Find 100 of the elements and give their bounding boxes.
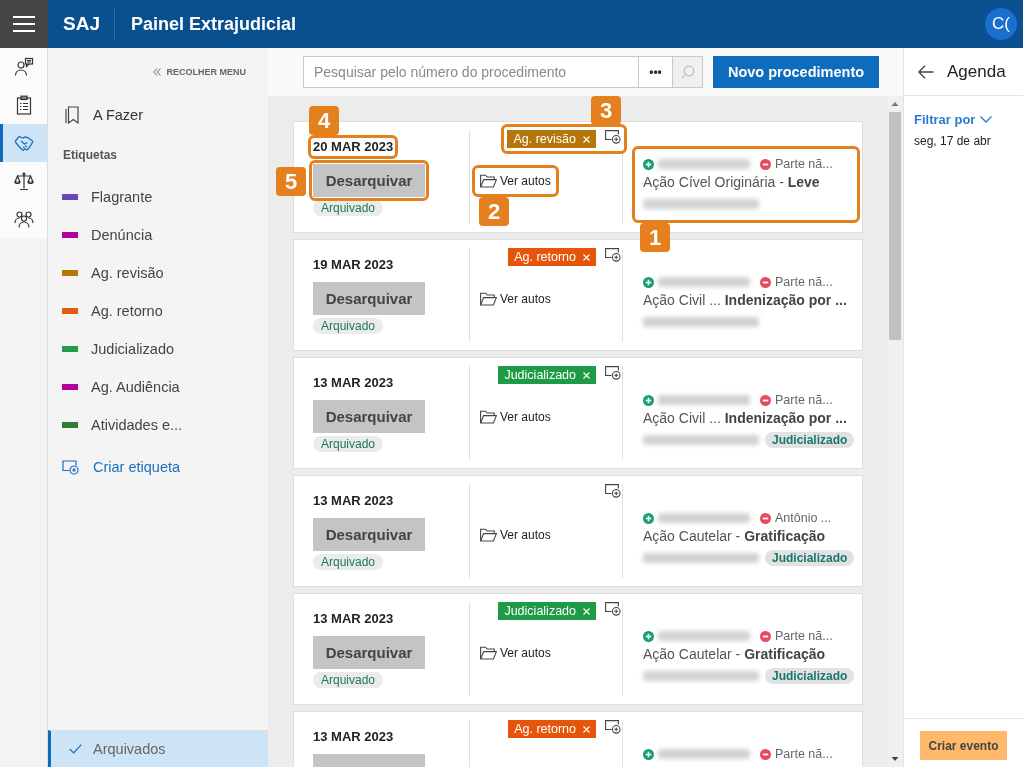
folder-icon — [480, 292, 497, 306]
people-group-icon — [13, 209, 34, 229]
party-name: Parte nã... — [775, 747, 833, 761]
folder-icon — [480, 174, 497, 188]
view-files-link[interactable]: Ver autos — [480, 291, 551, 307]
back-arrow-icon — [918, 64, 934, 79]
back-button[interactable] — [918, 64, 934, 79]
tag-filter-item[interactable]: Ag. retorno — [48, 292, 268, 330]
more-button[interactable]: ••• — [638, 56, 672, 88]
case-title: Ação Civil ... Indenização por ... — [643, 409, 848, 428]
party-name: Antônio ... — [775, 511, 832, 525]
agenda-date: seg, 17 de abr — [914, 134, 992, 148]
scrollbar-track[interactable] — [887, 96, 903, 767]
party-name: Parte nã... — [775, 157, 833, 171]
folder-icon — [480, 410, 497, 424]
tag-chip[interactable]: Ag. retorno — [508, 720, 596, 738]
unarchive-button[interactable]: Desarquivar — [313, 518, 425, 551]
page-title: Painel Extrajudicial — [130, 13, 297, 35]
new-procedure-button[interactable]: Novo procedimento — [713, 56, 879, 88]
tag-plus-icon[interactable] — [605, 602, 621, 616]
case-title: Ação Civil ... Indenização por ... — [643, 291, 848, 310]
tag-filter-item[interactable]: Denúncia — [48, 216, 268, 254]
minus-circle-icon — [760, 512, 771, 524]
party-name: Parte nã... — [775, 275, 833, 289]
unarchive-button[interactable]: Desarquivar — [313, 164, 425, 197]
unarchive-button[interactable]: Desarquivar — [313, 282, 425, 315]
create-tag-button[interactable]: Criar etiqueta — [48, 448, 268, 486]
tag-filter-item[interactable]: Atividades e... — [48, 406, 268, 444]
plus-circle-icon — [643, 748, 654, 760]
tag-chip[interactable]: Judicializado — [498, 602, 596, 620]
folder-icon — [480, 528, 497, 542]
tag-filter-item[interactable]: Ag. revisão — [48, 254, 268, 292]
plus-circle-icon — [643, 394, 654, 406]
tag-plus-icon[interactable] — [605, 720, 621, 734]
scrollbar-thumb[interactable] — [889, 112, 901, 340]
collapse-menu-button[interactable]: RECOLHER MENU — [153, 62, 246, 82]
tag-filter-item[interactable]: Judicializado — [48, 330, 268, 368]
plus-circle-icon — [643, 512, 654, 524]
minus-circle-icon — [760, 748, 771, 760]
case-date: 13 MAR 2023 — [313, 375, 394, 391]
callout-number: 3 — [591, 96, 621, 125]
tag-chip[interactable]: Ag. revisão — [507, 130, 596, 148]
tag-chip[interactable]: Judicializado — [498, 366, 596, 384]
callout-number: 1 — [640, 223, 670, 252]
tag-plus-icon — [62, 459, 79, 475]
tag-plus-icon[interactable] — [605, 130, 621, 144]
case-date: 19 MAR 2023 — [313, 257, 394, 273]
case-date: 13 MAR 2023 — [313, 611, 394, 627]
party-name: Parte nã... — [775, 629, 833, 643]
tag-plus-icon[interactable] — [605, 484, 621, 498]
case-title: Ação Cautelar - Gratificação — [643, 527, 827, 546]
panel-title: Agenda — [947, 61, 1006, 82]
create-event-button[interactable]: Criar evento — [920, 731, 1007, 760]
close-icon[interactable] — [583, 135, 590, 143]
status-badge: Arquivado — [313, 436, 384, 452]
archived-item[interactable]: Arquivados — [48, 730, 268, 767]
scales-icon — [13, 171, 34, 191]
case-title: Ação Cível Originária - Leve — [643, 173, 821, 192]
close-icon[interactable] — [583, 371, 590, 379]
close-icon[interactable] — [583, 725, 590, 733]
person-speech-icon — [13, 57, 34, 77]
status-badge: Judicializado — [765, 432, 855, 448]
filter-dropdown[interactable]: Filtrar por — [914, 112, 993, 127]
close-icon[interactable] — [583, 607, 590, 615]
tag-plus-icon[interactable] — [605, 248, 621, 262]
double-chevron-left-icon — [153, 68, 162, 76]
unarchive-button[interactable]: Desarquivar — [313, 400, 425, 433]
handshake-icon — [13, 133, 34, 153]
callout-number: 2 — [479, 197, 509, 226]
view-files-link[interactable]: Ver autos — [480, 409, 551, 425]
view-files-link[interactable]: Ver autos — [480, 527, 551, 543]
minus-circle-icon — [760, 630, 771, 642]
tag-chip[interactable]: Ag. retorno — [508, 248, 596, 266]
tag-filter-item[interactable]: Ag. Audiência — [48, 368, 268, 406]
plus-circle-icon — [643, 158, 654, 170]
folder-icon — [480, 646, 497, 660]
close-icon[interactable] — [583, 253, 590, 261]
search-field[interactable]: Pesquisar pelo número do procedimento — [303, 56, 638, 88]
status-badge: Arquivado — [313, 554, 384, 570]
minus-circle-icon — [760, 394, 771, 406]
user-avatar[interactable]: C( — [985, 8, 1017, 40]
case-date: 13 MAR 2023 — [313, 729, 394, 745]
plus-circle-icon — [643, 276, 654, 288]
menu-button[interactable] — [0, 0, 48, 48]
status-badge: Arquivado — [313, 318, 384, 334]
party-name: Parte nã... — [775, 393, 833, 407]
view-files-link[interactable]: Ver autos — [480, 173, 551, 189]
unarchive-button[interactable]: Desarquivar — [313, 636, 425, 669]
case-date: 13 MAR 2023 — [313, 493, 394, 509]
minus-circle-icon — [760, 158, 771, 170]
case-title: Ação Cautelar - Gratificação — [643, 645, 827, 664]
view-files-link[interactable]: Ver autos — [480, 645, 551, 661]
case-date: 20 MAR 2023 — [313, 139, 394, 155]
todo-item[interactable]: A Fazer — [48, 96, 268, 134]
tag-filter-item[interactable]: Flagrante — [48, 178, 268, 216]
tag-plus-icon[interactable] — [605, 366, 621, 380]
app-name: SAJ — [63, 13, 100, 35]
menu-icon — [13, 16, 35, 32]
callout-number: 4 — [309, 106, 339, 135]
chevron-down-icon — [980, 116, 993, 123]
